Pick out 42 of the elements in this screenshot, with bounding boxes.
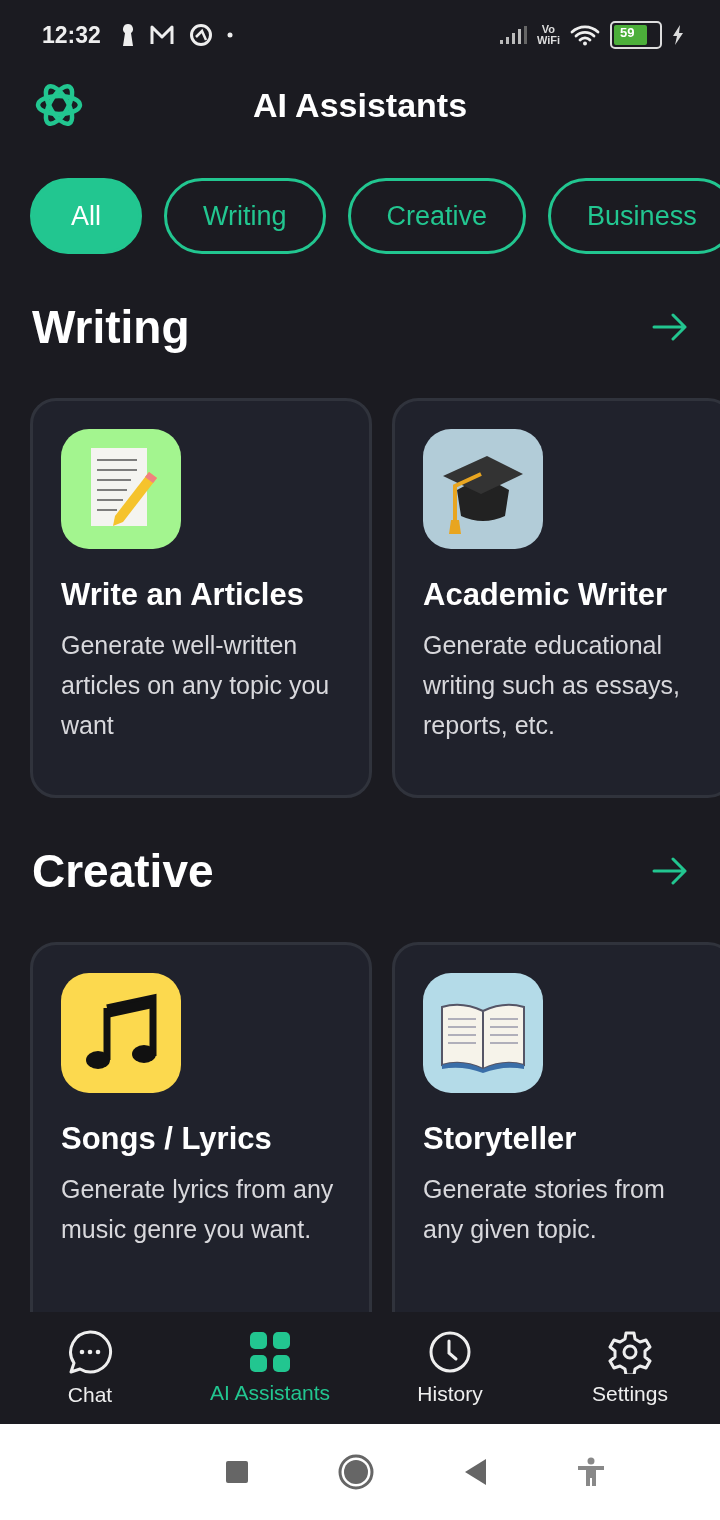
arrow-right-icon[interactable] (652, 313, 688, 341)
card-description: Generate lyrics from any music genre you want. (61, 1174, 335, 1245)
filter-chip[interactable]: Business (548, 178, 720, 254)
settings-icon (608, 1330, 652, 1374)
chat-icon (67, 1329, 113, 1375)
vowifi-label: Vo WiFi (536, 24, 560, 46)
section-title: Creative (32, 844, 214, 898)
circle-icon (188, 23, 213, 47)
recents-button[interactable] (224, 1460, 249, 1484)
card-title: Songs / Lyrics (61, 1121, 273, 1157)
card-title: Academic Writer (423, 577, 669, 613)
accessibility-icon[interactable] (577, 1457, 606, 1487)
assistant-card[interactable]: Songs / Lyrics Generate lyrics from any music genre you want. (30, 942, 372, 1312)
assistant-card[interactable]: Storyteller Generate stories from any given topic. (392, 942, 720, 1312)
dot-icon (226, 32, 233, 38)
charging-icon (672, 25, 684, 45)
assistant-card[interactable]: Write an Articles Generate well-written articles on any topic you want (30, 398, 372, 798)
section-title: Writing (32, 300, 190, 354)
card-title: Write an Articles (61, 577, 305, 613)
card-description: Generate stories from any given topic. (423, 1174, 666, 1245)
nav-tab[interactable]: AI Assistants (180, 1312, 360, 1424)
grid-icon (249, 1331, 291, 1373)
nav-tab[interactable]: History (360, 1312, 540, 1424)
clock-icon (428, 1330, 472, 1374)
card-description: Generate well-written articles on any topic you want (61, 630, 331, 741)
battery-icon: 59 (610, 21, 662, 49)
signal-icon (498, 25, 527, 45)
status-time: 12:32 (42, 21, 101, 49)
page-title: AI Assistants (252, 85, 468, 125)
home-button[interactable] (338, 1454, 375, 1490)
card-title: Storyteller (423, 1121, 578, 1157)
assistant-card[interactable]: Academic Writer Generate educational writing such as essays, reports, etc. (392, 398, 720, 798)
back-button[interactable] (463, 1458, 488, 1486)
wifi-icon (570, 24, 600, 46)
mail-icon (148, 24, 175, 46)
arrow-right-icon[interactable] (652, 857, 688, 885)
keyhole-icon (120, 23, 135, 47)
card-description: Generate educational writing such as essays, reports, etc. (423, 630, 682, 741)
nav-tab[interactable]: Chat (0, 1312, 180, 1424)
filter-chip[interactable]: Writing (164, 178, 326, 254)
nav-tab[interactable]: Settings (540, 1312, 720, 1424)
filter-chip[interactable]: Creative (347, 178, 527, 254)
